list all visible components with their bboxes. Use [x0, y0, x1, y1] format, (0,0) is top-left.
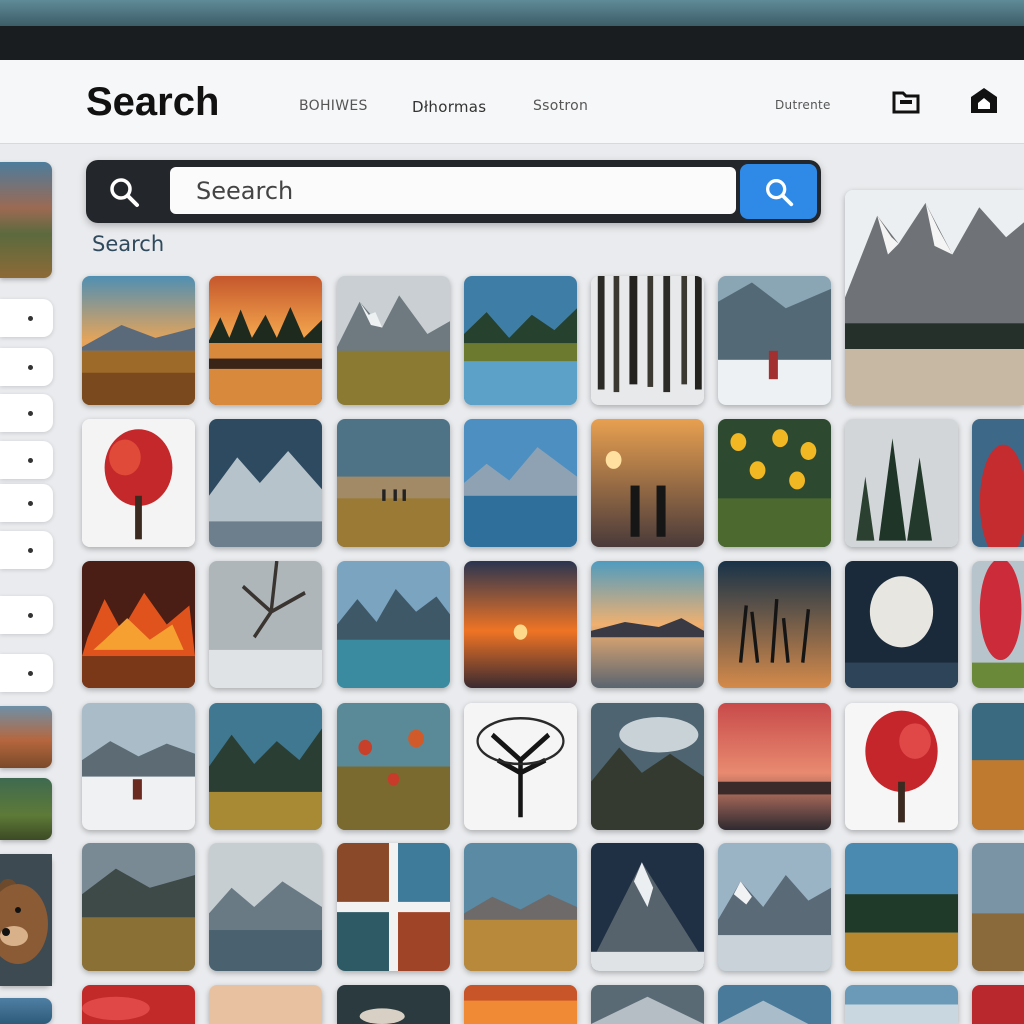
image-tile[interactable] [718, 985, 831, 1024]
sidebar-tab[interactable] [0, 531, 53, 569]
image-tile[interactable] [972, 703, 1024, 830]
image-tile[interactable] [718, 276, 831, 405]
image-tile[interactable] [972, 843, 1024, 971]
search-bar [86, 160, 821, 223]
image-tile[interactable] [209, 419, 322, 547]
image-tile[interactable] [464, 561, 577, 688]
search-icon [765, 178, 793, 206]
nav-link-3[interactable]: Ssotron [533, 98, 588, 114]
sidebar-image-thumb[interactable] [0, 162, 52, 278]
image-tile[interactable] [82, 703, 195, 830]
image-tile[interactable] [337, 703, 450, 830]
app-header: Search BOHIWES Dłhormas Ssotron Dutrente [0, 60, 1024, 144]
image-tile[interactable] [209, 843, 322, 971]
image-tile[interactable] [209, 985, 322, 1024]
image-tile[interactable] [464, 985, 577, 1024]
sidebar-tab[interactable] [0, 596, 53, 634]
image-tile[interactable] [845, 843, 958, 971]
search-input[interactable] [170, 167, 736, 214]
image-tile[interactable] [591, 985, 704, 1024]
image-tile[interactable] [591, 703, 704, 830]
image-tile[interactable] [464, 843, 577, 971]
image-tile[interactable] [972, 561, 1024, 688]
image-tile[interactable] [718, 419, 831, 547]
image-tile[interactable] [591, 276, 704, 405]
sidebar-tab[interactable] [0, 299, 53, 337]
image-tile[interactable] [845, 703, 958, 830]
image-tile[interactable] [209, 703, 322, 830]
sidebar-tab[interactable] [0, 348, 53, 386]
image-tile[interactable] [82, 276, 195, 405]
sidebar-tab[interactable] [0, 654, 53, 692]
image-tile[interactable] [591, 561, 704, 688]
search-icon[interactable] [104, 172, 144, 212]
sidebar-tab[interactable] [0, 484, 53, 522]
nav-link-2[interactable]: Dłhormas [412, 98, 486, 116]
image-tile[interactable] [82, 985, 195, 1024]
image-tile[interactable] [845, 561, 958, 688]
image-tile[interactable] [972, 985, 1024, 1024]
image-tile[interactable] [464, 276, 577, 405]
image-tile[interactable] [972, 419, 1024, 547]
image-collage-tile[interactable] [337, 843, 450, 971]
sidebar-tab[interactable] [0, 394, 53, 432]
image-tile[interactable] [845, 419, 958, 547]
sidebar-tab[interactable] [0, 441, 53, 479]
nav-link-4[interactable]: Dutrente [775, 98, 831, 112]
image-tile[interactable] [845, 985, 958, 1024]
image-tile[interactable] [718, 843, 831, 971]
image-tile[interactable] [82, 419, 195, 547]
image-tile[interactable] [82, 561, 195, 688]
featured-mountain-image[interactable] [845, 190, 1024, 405]
window-top-bar [0, 0, 1024, 60]
folder-upload-icon[interactable] [889, 84, 923, 118]
image-tile[interactable] [337, 561, 450, 688]
image-tile[interactable] [718, 703, 831, 830]
image-tile[interactable] [337, 985, 450, 1024]
image-tile[interactable] [464, 419, 577, 547]
sidebar-image-thumb[interactable] [0, 778, 52, 840]
home-icon[interactable] [967, 84, 1001, 118]
image-tile[interactable] [718, 561, 831, 688]
image-tile[interactable] [209, 276, 322, 405]
image-tile[interactable] [337, 276, 450, 405]
search-submit-button[interactable] [740, 164, 817, 219]
sidebar-image-thumb[interactable] [0, 998, 52, 1024]
image-tile[interactable] [82, 843, 195, 971]
sidebar-image-bear[interactable] [0, 854, 52, 986]
page-title: Search [86, 80, 220, 124]
image-tile[interactable] [464, 703, 577, 830]
image-tile[interactable] [209, 561, 322, 688]
nav-link-1[interactable]: BOHIWES [299, 98, 368, 114]
image-tile[interactable] [337, 419, 450, 547]
search-caption: Search [92, 232, 165, 256]
image-tile[interactable] [591, 419, 704, 547]
sidebar-image-thumb[interactable] [0, 706, 52, 768]
image-tile[interactable] [591, 843, 704, 971]
